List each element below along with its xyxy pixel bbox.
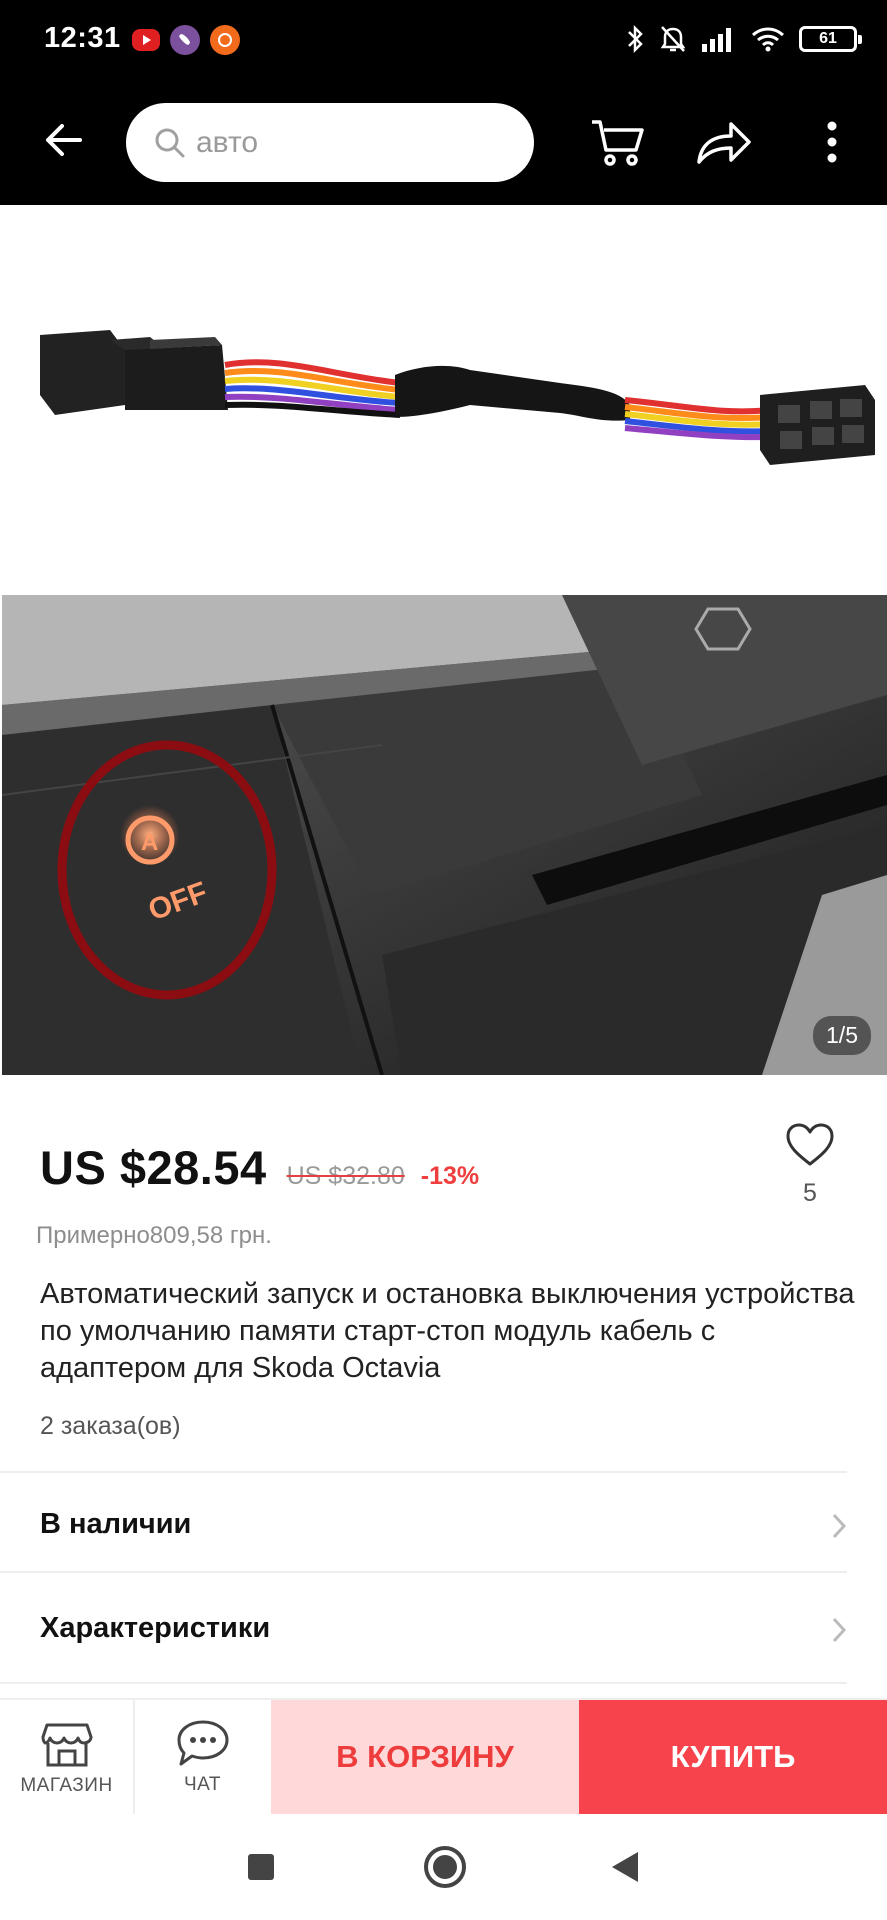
top-toolbar: авто (0, 80, 887, 205)
add-to-cart-label: В КОРЗИНУ (336, 1739, 514, 1774)
chevron-right-icon (832, 1513, 847, 1539)
search-icon (155, 128, 185, 157)
wishlist-count: 5 (803, 1179, 817, 1207)
product-gallery[interactable]: A OFF 1/5 (0, 205, 887, 1075)
buy-now-label: КУПИТЬ (670, 1739, 796, 1774)
chevron-right-icon (832, 1617, 847, 1643)
search-input[interactable]: авто (126, 103, 534, 182)
divider (0, 1471, 847, 1473)
bluetooth-icon (628, 24, 643, 54)
divider (0, 1682, 847, 1684)
price-row: US $28.54 US $32.80 -13% (40, 1140, 479, 1195)
availability-row[interactable]: В наличии (0, 1476, 887, 1572)
cart-icon (592, 120, 644, 166)
notification-icons (132, 25, 240, 55)
old-price: US $32.80 (286, 1162, 405, 1190)
product-photo-dashboard: A OFF 1/5 (2, 595, 887, 1075)
youtube-icon (132, 29, 160, 51)
share-button[interactable] (692, 110, 756, 174)
heart-icon (786, 1123, 834, 1166)
chat-button[interactable]: ЧАТ (135, 1700, 270, 1814)
specs-label: Характеристики (40, 1611, 271, 1644)
cart-button[interactable] (586, 110, 650, 174)
status-time: 12:31 (44, 22, 121, 54)
availability-label: В наличии (40, 1507, 192, 1540)
divider (0, 1571, 847, 1573)
square-icon (248, 1854, 274, 1880)
back-button[interactable] (34, 110, 94, 170)
add-to-cart-button[interactable]: В КОРЗИНУ (271, 1700, 579, 1814)
signal-icon (702, 28, 731, 52)
status-bar: 12:31 61 (0, 0, 887, 80)
store-label: МАГАЗИН (20, 1775, 113, 1796)
price: US $28.54 (40, 1141, 267, 1194)
specs-row[interactable]: Характеристики (0, 1580, 887, 1676)
search-placeholder: авто (196, 125, 259, 159)
wishlist-button[interactable]: 5 (780, 1122, 840, 1208)
approx-price: Примерно809,58 грн. (36, 1222, 272, 1249)
orders-count: 2 заказа(ов) (40, 1412, 181, 1440)
chat-icon (177, 1720, 228, 1766)
store-icon (41, 1723, 92, 1767)
battery-icon: 61 (799, 26, 862, 52)
share-icon (697, 122, 751, 164)
silent-icon (660, 26, 686, 52)
home-button[interactable] (420, 1842, 470, 1892)
aliexpress-icon (210, 25, 240, 55)
page-indicator: 1/5 (813, 1016, 871, 1055)
svg-text:A: A (141, 829, 158, 856)
system-nav-bar (0, 1814, 887, 1920)
viber-icon (170, 25, 200, 55)
product-title: Автоматический запуск и остановка выключ… (40, 1278, 855, 1384)
store-button[interactable]: МАГАЗИН (0, 1700, 135, 1814)
buy-now-button[interactable]: КУПИТЬ (579, 1700, 887, 1814)
recents-button[interactable] (236, 1842, 286, 1892)
wifi-icon (752, 27, 784, 52)
more-button[interactable] (800, 110, 864, 174)
discount-badge: -13% (420, 1162, 480, 1190)
system-status: 61 (625, 24, 862, 54)
more-icon (827, 121, 837, 163)
product-photo-cable (0, 205, 887, 595)
back-nav-button[interactable] (600, 1842, 650, 1892)
chat-label: ЧАТ (184, 1774, 221, 1795)
home-circle-icon (424, 1846, 466, 1888)
triangle-back-icon (612, 1852, 638, 1882)
back-arrow-icon (46, 124, 82, 156)
action-bar: МАГАЗИН ЧАТ В КОРЗИНУ КУПИТЬ (0, 1698, 887, 1814)
